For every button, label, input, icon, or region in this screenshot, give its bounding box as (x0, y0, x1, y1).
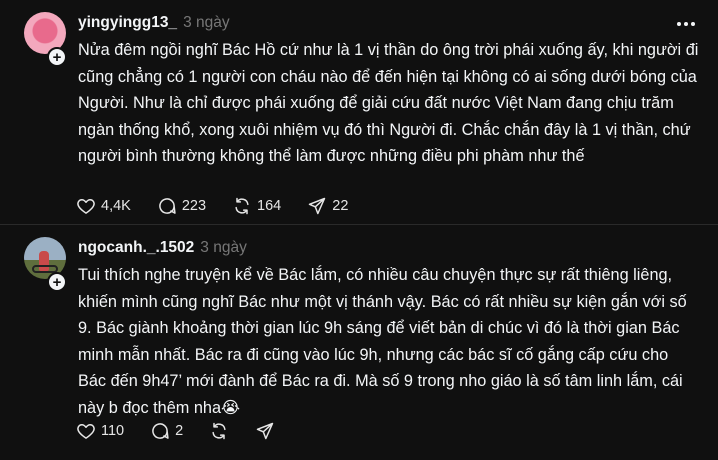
send-icon (307, 196, 327, 216)
heart-icon (76, 196, 96, 216)
follow-plus-icon[interactable]: + (47, 47, 67, 67)
post-header: yingyingg13_ 3 ngày (78, 14, 230, 32)
action-bar: 110 2 (76, 421, 301, 441)
action-bar: 4,4K 223 164 22 (76, 196, 374, 216)
share-button[interactable]: 22 (307, 196, 348, 216)
post-header: ngocanh._.1502 3 ngày (78, 239, 247, 257)
comment-icon (150, 421, 170, 441)
username[interactable]: yingyingg13_ (78, 14, 177, 31)
send-icon (255, 421, 275, 441)
share-count: 22 (332, 198, 349, 214)
repost-icon (209, 421, 229, 441)
repost-icon (232, 196, 252, 216)
username[interactable]: ngocanh._.1502 (78, 239, 194, 256)
post-text: Nửa đêm ngồi nghĩ Bác Hồ cứ như là 1 vị … (78, 41, 699, 166)
reply-count: 223 (181, 198, 207, 214)
post-text: Tui thích nghe truyện kể về Bác lắm, có … (78, 266, 687, 417)
reply-button[interactable]: 2 (150, 421, 183, 441)
share-button[interactable] (255, 421, 275, 441)
repost-button[interactable]: 164 (232, 196, 281, 216)
repost-count: 164 (257, 198, 282, 214)
like-button[interactable]: 4,4K (76, 196, 131, 216)
like-button[interactable]: 110 (76, 421, 124, 441)
comment-icon (157, 196, 177, 216)
timestamp: 3 ngày (183, 14, 230, 31)
divider (0, 224, 718, 225)
more-options-icon[interactable] (674, 14, 698, 34)
like-count: 110 (101, 423, 125, 439)
reply-count: 2 (175, 423, 184, 439)
timestamp: 3 ngày (200, 239, 247, 256)
reply-button[interactable]: 223 (157, 196, 206, 216)
heart-icon (76, 421, 96, 441)
repost-button[interactable] (209, 421, 229, 441)
follow-plus-icon[interactable]: + (47, 272, 67, 292)
like-count: 4,4K (101, 198, 131, 214)
